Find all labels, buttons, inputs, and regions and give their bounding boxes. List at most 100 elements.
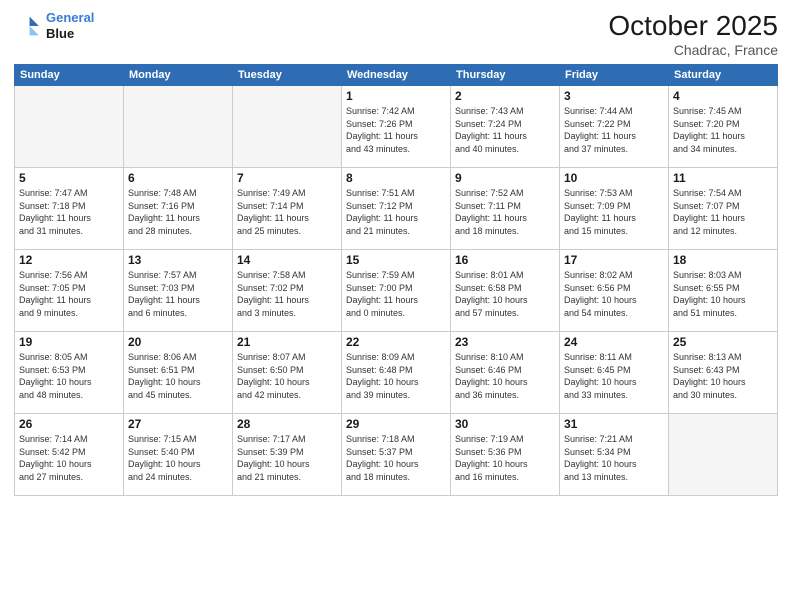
day-number: 26: [19, 417, 119, 431]
calendar-cell: 31Sunrise: 7:21 AM Sunset: 5:34 PM Dayli…: [560, 414, 669, 496]
title-block: October 2025 Chadrac, France: [608, 10, 778, 58]
logo: General Blue: [14, 10, 94, 41]
calendar-cell: 4Sunrise: 7:45 AM Sunset: 7:20 PM Daylig…: [669, 86, 778, 168]
day-number: 23: [455, 335, 555, 349]
day-number: 8: [346, 171, 446, 185]
cell-info: Sunrise: 7:17 AM Sunset: 5:39 PM Dayligh…: [237, 433, 337, 483]
day-number: 5: [19, 171, 119, 185]
day-number: 16: [455, 253, 555, 267]
day-number: 14: [237, 253, 337, 267]
day-number: 15: [346, 253, 446, 267]
cell-info: Sunrise: 7:51 AM Sunset: 7:12 PM Dayligh…: [346, 187, 446, 237]
day-number: 22: [346, 335, 446, 349]
calendar-cell: 3 Sunrise: 7:44 AM Sunset: 7:22 PM Daylig…: [560, 86, 669, 168]
calendar-cell: 17Sunrise: 8:02 AM Sunset: 6:56 PM Dayli…: [560, 250, 669, 332]
calendar: SundayMondayTuesdayWednesdayThursdayFrid…: [14, 64, 778, 496]
calendar-week-1: 5 Sunrise: 7:47 AM Sunset: 7:18 PM Daylig…: [15, 168, 778, 250]
cell-info: Sunrise: 8:05 AM Sunset: 6:53 PM Dayligh…: [19, 351, 119, 401]
location: Chadrac, France: [608, 42, 778, 58]
day-number: 21: [237, 335, 337, 349]
day-number: 20: [128, 335, 228, 349]
calendar-cell: 16 Sunrise: 8:01 AM Sunset: 6:58 PM Dayli…: [451, 250, 560, 332]
cell-info: Sunrise: 7:48 AM Sunset: 7:16 PM Dayligh…: [128, 187, 228, 237]
cell-info: Sunrise: 7:42 AM Sunset: 7:26 PM Dayligh…: [346, 105, 446, 155]
weekday-header-thursday: Thursday: [451, 65, 560, 86]
day-number: 10: [564, 171, 664, 185]
day-number: 28: [237, 417, 337, 431]
day-number: 13: [128, 253, 228, 267]
calendar-cell: 27Sunrise: 7:15 AM Sunset: 5:40 PM Dayli…: [124, 414, 233, 496]
day-number: 31: [564, 417, 664, 431]
weekday-header-friday: Friday: [560, 65, 669, 86]
calendar-cell: 29 Sunrise: 7:18 AM Sunset: 5:37 PM Dayli…: [342, 414, 451, 496]
calendar-cell: 20Sunrise: 8:06 AM Sunset: 6:51 PM Dayli…: [124, 332, 233, 414]
logo-icon: [14, 12, 42, 40]
calendar-cell: 6Sunrise: 7:48 AM Sunset: 7:16 PM Daylig…: [124, 168, 233, 250]
logo-text: General Blue: [46, 10, 94, 41]
calendar-week-4: 26 Sunrise: 7:14 AM Sunset: 5:42 PM Dayli…: [15, 414, 778, 496]
calendar-cell: 19 Sunrise: 8:05 AM Sunset: 6:53 PM Dayli…: [15, 332, 124, 414]
calendar-cell: [124, 86, 233, 168]
calendar-week-3: 19 Sunrise: 8:05 AM Sunset: 6:53 PM Dayli…: [15, 332, 778, 414]
calendar-cell: 21 Sunrise: 8:07 AM Sunset: 6:50 PM Dayli…: [233, 332, 342, 414]
calendar-cell: 13 Sunrise: 7:57 AM Sunset: 7:03 PM Dayli…: [124, 250, 233, 332]
weekday-header-tuesday: Tuesday: [233, 65, 342, 86]
calendar-cell: 5 Sunrise: 7:47 AM Sunset: 7:18 PM Daylig…: [15, 168, 124, 250]
calendar-cell: 25Sunrise: 8:13 AM Sunset: 6:43 PM Dayli…: [669, 332, 778, 414]
calendar-week-2: 12 Sunrise: 7:56 AM Sunset: 7:05 PM Dayli…: [15, 250, 778, 332]
cell-info: Sunrise: 7:53 AM Sunset: 7:09 PM Dayligh…: [564, 187, 664, 237]
cell-info: Sunrise: 8:01 AM Sunset: 6:58 PM Dayligh…: [455, 269, 555, 319]
cell-info: Sunrise: 7:19 AM Sunset: 5:36 PM Dayligh…: [455, 433, 555, 483]
header: General Blue October 2025 Chadrac, Franc…: [14, 10, 778, 58]
cell-info: Sunrise: 7:59 AM Sunset: 7:00 PM Dayligh…: [346, 269, 446, 319]
cell-info: Sunrise: 8:03 AM Sunset: 6:55 PM Dayligh…: [673, 269, 773, 319]
calendar-cell: [233, 86, 342, 168]
calendar-cell: 18Sunrise: 8:03 AM Sunset: 6:55 PM Dayli…: [669, 250, 778, 332]
month-title: October 2025: [608, 10, 778, 42]
cell-info: Sunrise: 7:44 AM Sunset: 7:22 PM Dayligh…: [564, 105, 664, 155]
day-number: 11: [673, 171, 773, 185]
day-number: 3: [564, 89, 664, 103]
weekday-header-wednesday: Wednesday: [342, 65, 451, 86]
calendar-cell: 9Sunrise: 7:52 AM Sunset: 7:11 PM Daylig…: [451, 168, 560, 250]
calendar-cell: 2Sunrise: 7:43 AM Sunset: 7:24 PM Daylig…: [451, 86, 560, 168]
calendar-cell: 23 Sunrise: 8:10 AM Sunset: 6:46 PM Dayli…: [451, 332, 560, 414]
cell-info: Sunrise: 8:07 AM Sunset: 6:50 PM Dayligh…: [237, 351, 337, 401]
weekday-header-sunday: Sunday: [15, 65, 124, 86]
cell-info: Sunrise: 7:57 AM Sunset: 7:03 PM Dayligh…: [128, 269, 228, 319]
cell-info: Sunrise: 7:49 AM Sunset: 7:14 PM Dayligh…: [237, 187, 337, 237]
calendar-cell: 24 Sunrise: 8:11 AM Sunset: 6:45 PM Dayli…: [560, 332, 669, 414]
calendar-cell: [15, 86, 124, 168]
day-number: 12: [19, 253, 119, 267]
day-number: 24: [564, 335, 664, 349]
calendar-cell: 10 Sunrise: 7:53 AM Sunset: 7:09 PM Dayli…: [560, 168, 669, 250]
cell-info: Sunrise: 7:47 AM Sunset: 7:18 PM Dayligh…: [19, 187, 119, 237]
cell-info: Sunrise: 7:58 AM Sunset: 7:02 PM Dayligh…: [237, 269, 337, 319]
cell-info: Sunrise: 8:10 AM Sunset: 6:46 PM Dayligh…: [455, 351, 555, 401]
calendar-cell: 15 Sunrise: 7:59 AM Sunset: 7:00 PM Dayli…: [342, 250, 451, 332]
day-number: 27: [128, 417, 228, 431]
day-number: 4: [673, 89, 773, 103]
cell-info: Sunrise: 7:56 AM Sunset: 7:05 PM Dayligh…: [19, 269, 119, 319]
day-number: 30: [455, 417, 555, 431]
day-number: 2: [455, 89, 555, 103]
cell-info: Sunrise: 8:11 AM Sunset: 6:45 PM Dayligh…: [564, 351, 664, 401]
cell-info: Sunrise: 7:14 AM Sunset: 5:42 PM Dayligh…: [19, 433, 119, 483]
weekday-header-saturday: Saturday: [669, 65, 778, 86]
calendar-cell: 11 Sunrise: 7:54 AM Sunset: 7:07 PM Dayli…: [669, 168, 778, 250]
cell-info: Sunrise: 7:54 AM Sunset: 7:07 PM Dayligh…: [673, 187, 773, 237]
day-number: 7: [237, 171, 337, 185]
calendar-cell: 14 Sunrise: 7:58 AM Sunset: 7:02 PM Dayli…: [233, 250, 342, 332]
day-number: 29: [346, 417, 446, 431]
page: General Blue October 2025 Chadrac, Franc…: [0, 0, 792, 612]
cell-info: Sunrise: 7:18 AM Sunset: 5:37 PM Dayligh…: [346, 433, 446, 483]
weekday-header-row: SundayMondayTuesdayWednesdayThursdayFrid…: [15, 65, 778, 86]
day-number: 19: [19, 335, 119, 349]
calendar-cell: 1Sunrise: 7:42 AM Sunset: 7:26 PM Daylig…: [342, 86, 451, 168]
cell-info: Sunrise: 7:52 AM Sunset: 7:11 PM Dayligh…: [455, 187, 555, 237]
calendar-cell: 28 Sunrise: 7:17 AM Sunset: 5:39 PM Dayli…: [233, 414, 342, 496]
calendar-cell: 26 Sunrise: 7:14 AM Sunset: 5:42 PM Dayli…: [15, 414, 124, 496]
calendar-week-0: 1Sunrise: 7:42 AM Sunset: 7:26 PM Daylig…: [15, 86, 778, 168]
cell-info: Sunrise: 8:09 AM Sunset: 6:48 PM Dayligh…: [346, 351, 446, 401]
day-number: 17: [564, 253, 664, 267]
